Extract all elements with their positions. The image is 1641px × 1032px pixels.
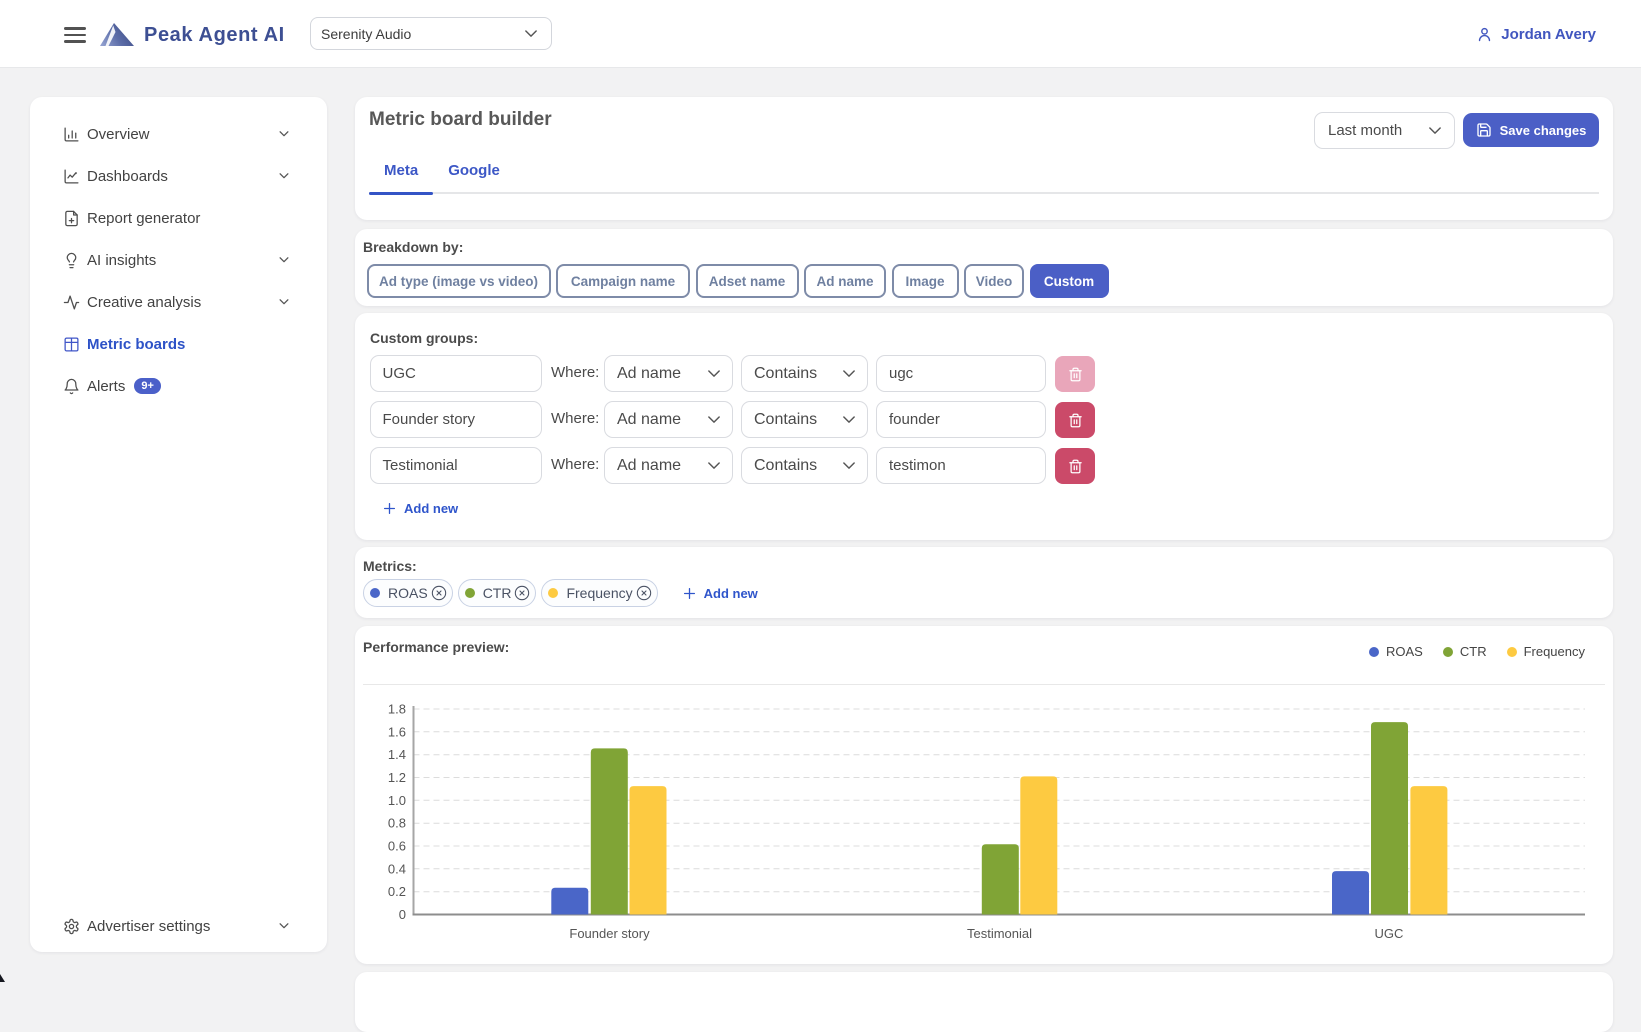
svg-text:UGC: UGC [1375, 926, 1404, 941]
svg-text:Founder story: Founder story [569, 926, 650, 941]
svg-text:1.8: 1.8 [388, 702, 406, 717]
svg-text:0.6: 0.6 [388, 839, 406, 854]
svg-text:1.6: 1.6 [388, 724, 406, 739]
svg-text:1.4: 1.4 [388, 747, 406, 762]
svg-text:Testimonial: Testimonial [967, 926, 1032, 941]
svg-text:0.2: 0.2 [388, 884, 406, 899]
svg-text:0.8: 0.8 [388, 816, 406, 831]
svg-text:1.0: 1.0 [388, 793, 406, 808]
svg-text:0.4: 0.4 [388, 861, 406, 876]
svg-text:1.2: 1.2 [388, 770, 406, 785]
svg-text:0: 0 [399, 907, 406, 922]
